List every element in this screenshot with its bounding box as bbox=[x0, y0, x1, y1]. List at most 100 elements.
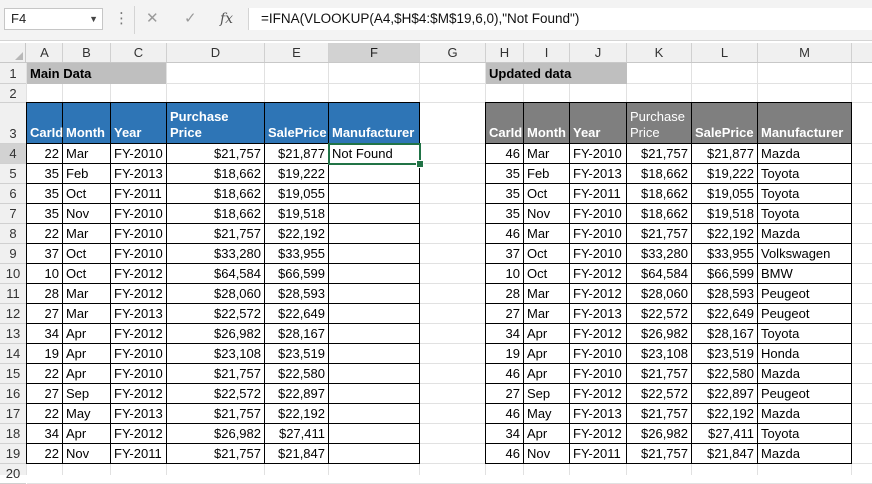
main-cell-r12-c4[interactable]: $22,649 bbox=[265, 304, 329, 324]
updated-cell-r12-c5[interactable]: Peugeot bbox=[758, 304, 852, 324]
updated-cell-r9-c2[interactable]: FY-2010 bbox=[570, 244, 627, 264]
updated-cell-r9-c0[interactable]: 37 bbox=[486, 244, 524, 264]
updated-cell-r10-c3[interactable]: $64,584 bbox=[627, 264, 692, 284]
updated-cell-r16-c1[interactable]: Sep bbox=[524, 384, 570, 404]
updated-cell-r15-c0[interactable]: 46 bbox=[486, 364, 524, 384]
updated-cell-r19-c4[interactable]: $21,847 bbox=[692, 444, 758, 464]
updated-cell-r5-c3[interactable]: $18,662 bbox=[627, 164, 692, 184]
row-header-19[interactable]: 19 bbox=[0, 444, 26, 464]
main-cell-r6-c5[interactable] bbox=[329, 184, 420, 204]
updated-cell-r8-c5[interactable]: Mazda bbox=[758, 224, 852, 244]
row-header-11[interactable]: 11 bbox=[0, 284, 26, 304]
column-header-d[interactable]: D bbox=[167, 43, 265, 62]
updated-cell-r4-c5[interactable]: Mazda bbox=[758, 144, 852, 164]
main-cell-r15-c4[interactable]: $22,580 bbox=[265, 364, 329, 384]
row-header-14[interactable]: 14 bbox=[0, 344, 26, 364]
row-header-17[interactable]: 17 bbox=[0, 404, 26, 424]
updated-cell-r14-c5[interactable]: Honda bbox=[758, 344, 852, 364]
updated-cell-r10-c1[interactable]: Oct bbox=[524, 264, 570, 284]
main-cell-r7-c1[interactable]: Nov bbox=[63, 204, 111, 224]
main-cell-r13-c2[interactable]: FY-2012 bbox=[111, 324, 167, 344]
updated-cell-r19-c5[interactable]: Mazda bbox=[758, 444, 852, 464]
insert-function-icon[interactable]: fx bbox=[220, 9, 233, 29]
main-cell-r16-c3[interactable]: $22,572 bbox=[167, 384, 265, 404]
updated-header-0[interactable]: CarId bbox=[486, 103, 524, 144]
updated-cell-r18-c4[interactable]: $27,411 bbox=[692, 424, 758, 444]
main-cell-r8-c3[interactable]: $21,757 bbox=[167, 224, 265, 244]
updated-cell-r16-c4[interactable]: $22,897 bbox=[692, 384, 758, 404]
updated-cell-r19-c1[interactable]: Nov bbox=[524, 444, 570, 464]
row-header-15[interactable]: 15 bbox=[0, 364, 26, 384]
main-data-title[interactable]: Main Data bbox=[27, 63, 166, 84]
updated-cell-r12-c4[interactable]: $22,649 bbox=[692, 304, 758, 324]
select-all-button[interactable] bbox=[0, 43, 26, 62]
main-cell-r11-c1[interactable]: Mar bbox=[63, 284, 111, 304]
main-cell-r13-c4[interactable]: $28,167 bbox=[265, 324, 329, 344]
updated-cell-r6-c2[interactable]: FY-2011 bbox=[570, 184, 627, 204]
main-header-3[interactable]: Purchase Price bbox=[167, 103, 265, 144]
main-cell-r17-c0[interactable]: 22 bbox=[27, 404, 63, 424]
row-header-5[interactable]: 5 bbox=[0, 164, 26, 184]
row-header-10[interactable]: 10 bbox=[0, 264, 26, 284]
main-cell-r6-c4[interactable]: $19,055 bbox=[265, 184, 329, 204]
main-cell-r9-c2[interactable]: FY-2010 bbox=[111, 244, 167, 264]
main-cell-r16-c1[interactable]: Sep bbox=[63, 384, 111, 404]
updated-cell-r8-c1[interactable]: Mar bbox=[524, 224, 570, 244]
updated-cell-r13-c2[interactable]: FY-2012 bbox=[570, 324, 627, 344]
updated-cell-r6-c4[interactable]: $19,055 bbox=[692, 184, 758, 204]
updated-cell-r8-c4[interactable]: $22,192 bbox=[692, 224, 758, 244]
main-cell-r7-c5[interactable] bbox=[329, 204, 420, 224]
row-header-1[interactable]: 1 bbox=[0, 63, 26, 84]
updated-cell-r13-c5[interactable]: Toyota bbox=[758, 324, 852, 344]
updated-cell-r8-c0[interactable]: 46 bbox=[486, 224, 524, 244]
main-cell-r12-c0[interactable]: 27 bbox=[27, 304, 63, 324]
main-cell-r19-c3[interactable]: $21,757 bbox=[167, 444, 265, 464]
updated-cell-r5-c4[interactable]: $19,222 bbox=[692, 164, 758, 184]
updated-cell-r9-c4[interactable]: $33,955 bbox=[692, 244, 758, 264]
updated-cell-r16-c3[interactable]: $22,572 bbox=[627, 384, 692, 404]
main-cell-r6-c0[interactable]: 35 bbox=[27, 184, 63, 204]
updated-cell-r15-c1[interactable]: Apr bbox=[524, 364, 570, 384]
column-header-i[interactable]: I bbox=[524, 43, 570, 62]
row-header-2[interactable]: 2 bbox=[0, 84, 26, 103]
updated-cell-r15-c2[interactable]: FY-2010 bbox=[570, 364, 627, 384]
main-cell-r16-c2[interactable]: FY-2012 bbox=[111, 384, 167, 404]
updated-cell-r6-c5[interactable]: Toyota bbox=[758, 184, 852, 204]
main-cell-r14-c2[interactable]: FY-2010 bbox=[111, 344, 167, 364]
main-cell-r4-c4[interactable]: $21,877 bbox=[265, 144, 329, 164]
main-cell-r18-c5[interactable] bbox=[329, 424, 420, 444]
row-header-6[interactable]: 6 bbox=[0, 184, 26, 204]
main-cell-r10-c5[interactable] bbox=[329, 264, 420, 284]
main-cell-r18-c0[interactable]: 34 bbox=[27, 424, 63, 444]
main-cell-r18-c2[interactable]: FY-2012 bbox=[111, 424, 167, 444]
main-cell-r13-c1[interactable]: Apr bbox=[63, 324, 111, 344]
main-cell-r4-c2[interactable]: FY-2010 bbox=[111, 144, 167, 164]
main-cell-r15-c3[interactable]: $21,757 bbox=[167, 364, 265, 384]
main-cell-r10-c4[interactable]: $66,599 bbox=[265, 264, 329, 284]
updated-cell-r16-c2[interactable]: FY-2012 bbox=[570, 384, 627, 404]
main-cell-r10-c1[interactable]: Oct bbox=[63, 264, 111, 284]
updated-cell-r5-c0[interactable]: 35 bbox=[486, 164, 524, 184]
updated-cell-r19-c2[interactable]: FY-2011 bbox=[570, 444, 627, 464]
main-header-0[interactable]: CarId bbox=[27, 103, 63, 144]
updated-cell-r7-c4[interactable]: $19,518 bbox=[692, 204, 758, 224]
updated-cell-r12-c2[interactable]: FY-2013 bbox=[570, 304, 627, 324]
updated-cell-r9-c5[interactable]: Volkswagen bbox=[758, 244, 852, 264]
column-header-j[interactable]: J bbox=[570, 43, 627, 62]
updated-header-4[interactable]: SalePrice bbox=[692, 103, 758, 144]
main-cell-r10-c0[interactable]: 10 bbox=[27, 264, 63, 284]
updated-cell-r4-c1[interactable]: Mar bbox=[524, 144, 570, 164]
main-cell-r11-c4[interactable]: $28,593 bbox=[265, 284, 329, 304]
fill-handle[interactable] bbox=[416, 160, 424, 168]
row-header-12[interactable]: 12 bbox=[0, 304, 26, 324]
main-cell-r15-c5[interactable] bbox=[329, 364, 420, 384]
main-cell-r5-c3[interactable]: $18,662 bbox=[167, 164, 265, 184]
updated-cell-r19-c0[interactable]: 46 bbox=[486, 444, 524, 464]
updated-cell-r11-c4[interactable]: $28,593 bbox=[692, 284, 758, 304]
updated-cell-r11-c3[interactable]: $28,060 bbox=[627, 284, 692, 304]
main-cell-r17-c3[interactable]: $21,757 bbox=[167, 404, 265, 424]
updated-cell-r6-c3[interactable]: $18,662 bbox=[627, 184, 692, 204]
updated-cell-r18-c0[interactable]: 34 bbox=[486, 424, 524, 444]
column-header-e[interactable]: E bbox=[265, 43, 329, 62]
main-cell-r12-c5[interactable] bbox=[329, 304, 420, 324]
